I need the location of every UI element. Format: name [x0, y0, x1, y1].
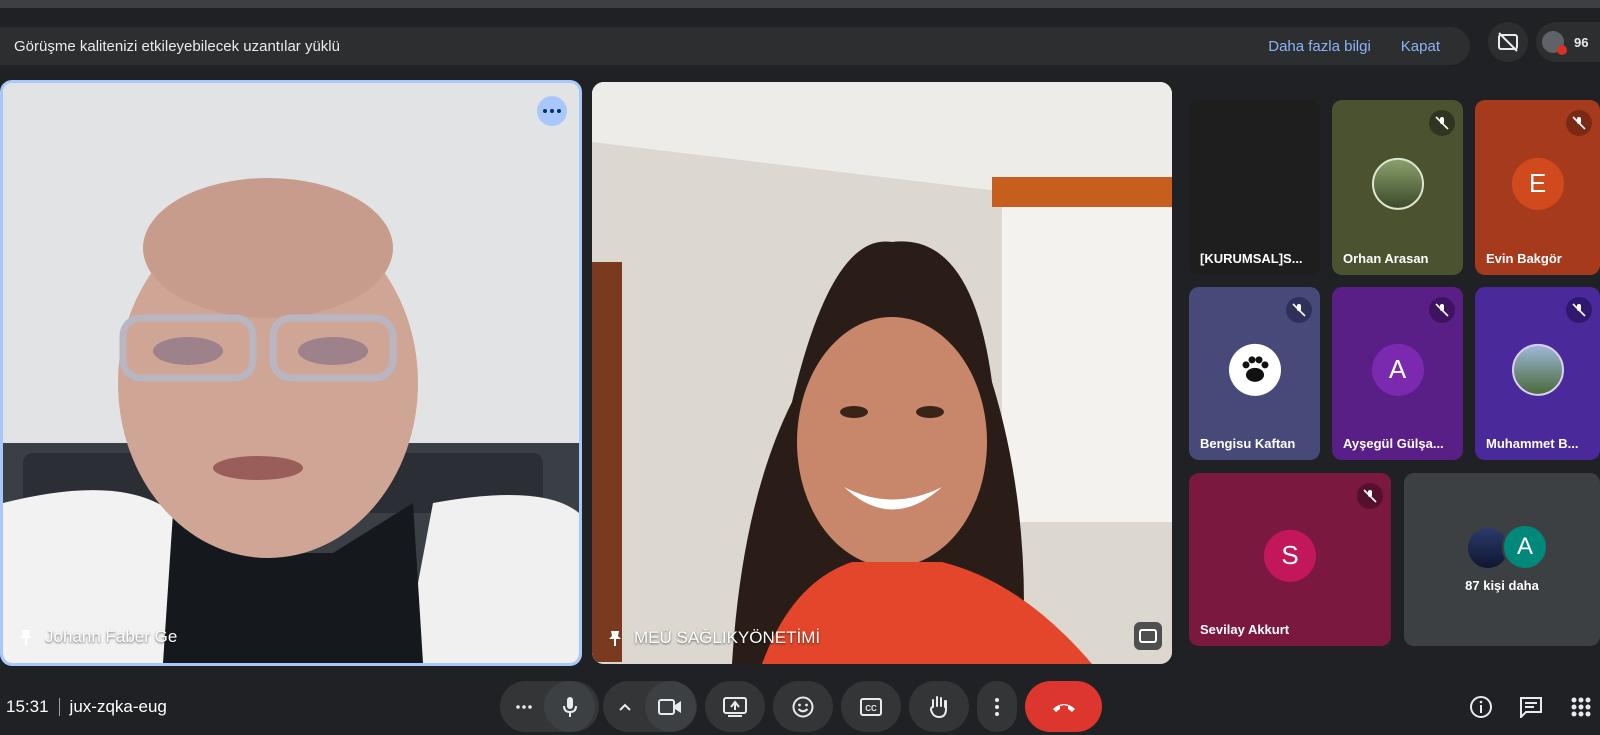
- muted-indicator: [1429, 297, 1455, 323]
- info-icon: [1470, 696, 1492, 718]
- participant-name: Ayşegül Gülşa...: [1343, 436, 1444, 451]
- avatar-letter: A: [1371, 343, 1424, 396]
- captions-button[interactable]: CC: [841, 681, 901, 732]
- fullscreen-icon: [1139, 629, 1157, 643]
- tile-nameplate: MEÜ SAĞLIKYÖNETİMİ: [606, 628, 820, 648]
- more-options-button[interactable]: [977, 681, 1017, 732]
- banner-close-button[interactable]: Kapat: [1401, 38, 1440, 55]
- video-tile-johann[interactable]: Johann Faber Ge: [0, 80, 582, 666]
- avatar-photo: [1371, 157, 1424, 210]
- more-options-icon: [516, 704, 532, 709]
- chat-button[interactable]: [1516, 692, 1546, 722]
- mic-off-icon: [1292, 303, 1306, 317]
- pin-icon: [609, 631, 621, 646]
- present-icon: [723, 696, 747, 717]
- avatar-letter: E: [1511, 157, 1564, 210]
- avatar-letter: A: [1502, 524, 1548, 570]
- muted-indicator: [1286, 297, 1312, 323]
- leave-call-button[interactable]: [1025, 681, 1102, 732]
- grid-tile-orhan[interactable]: Orhan Arasan: [1332, 100, 1463, 275]
- muted-indicator: [1566, 110, 1592, 136]
- meeting-code: jux-zqka-eug: [69, 697, 167, 716]
- captions-icon: CC: [860, 697, 882, 716]
- grid-tile-kurumsal[interactable]: [KURUMSAL]S...: [1189, 100, 1320, 275]
- participant-avatars-icon: [1542, 31, 1567, 55]
- camera-icon: [658, 698, 681, 715]
- reactions-button[interactable]: [773, 681, 833, 732]
- meeting-info: 15:31 jux-zqka-eug: [6, 697, 167, 717]
- browser-top-strip: [0, 0, 1600, 8]
- raise-hand-button[interactable]: [909, 681, 969, 732]
- hide-self-view-button[interactable]: [1488, 22, 1528, 62]
- tile-nameplate: Johann Faber Ge: [17, 627, 177, 647]
- avatar-letter: S: [1264, 529, 1316, 582]
- participant-name: Muhammet B...: [1486, 436, 1579, 451]
- svg-text:CC: CC: [865, 704, 877, 713]
- mic-off-icon: [1572, 303, 1586, 317]
- participant-video-johann: [3, 83, 579, 663]
- video-options-button[interactable]: [605, 681, 645, 732]
- participant-video-meu: [592, 82, 1172, 664]
- participant-name: Johann Faber Ge: [45, 627, 178, 646]
- grid-tile-bengisu[interactable]: Bengisu Kaftan: [1189, 287, 1320, 460]
- mic-off-icon: [1363, 489, 1377, 503]
- audio-options-button[interactable]: [504, 681, 544, 732]
- more-vert-icon: [995, 697, 999, 716]
- participant-name: Sevilay Akkurt: [1200, 622, 1290, 637]
- participant-name: MEÜ SAĞLIKYÖNETİMİ: [634, 628, 821, 647]
- grid-tile-muhammet[interactable]: Muhammet B...: [1475, 287, 1600, 460]
- participant-name: Bengisu Kaftan: [1200, 436, 1296, 451]
- fullscreen-button[interactable]: [1134, 622, 1162, 650]
- participant-name: [KURUMSAL]S...: [1200, 251, 1303, 266]
- muted-indicator: [1566, 297, 1592, 323]
- mic-off-icon: [1435, 303, 1449, 317]
- mic-button[interactable]: [544, 681, 595, 732]
- muted-indicator: [1429, 110, 1455, 136]
- more-participants-label: 87 kişi daha: [1465, 578, 1539, 593]
- paw-avatar-icon: [1228, 343, 1281, 396]
- banner-message: Görüşme kalitenizi etkileyebilecek uzant…: [14, 37, 340, 55]
- camera-control-group: [603, 681, 697, 732]
- activities-icon: [1571, 697, 1591, 717]
- pin-icon: [20, 630, 32, 645]
- participant-name: Orhan Arasan: [1343, 251, 1429, 266]
- emoji-icon: [792, 696, 814, 717]
- mic-off-icon: [1572, 116, 1586, 130]
- extensions-warning-banner: Görüşme kalitenizi etkileyebilecek uzant…: [0, 27, 1470, 65]
- grid-tile-sevilay[interactable]: S Sevilay Akkurt: [1189, 473, 1391, 646]
- chevron-up-icon: [618, 703, 631, 711]
- avatar-photo: [1511, 343, 1564, 396]
- video-tile-meu[interactable]: MEÜ SAĞLIKYÖNETİMİ: [592, 82, 1172, 664]
- activities-button[interactable]: [1566, 692, 1596, 722]
- divider: [58, 698, 60, 716]
- more-options-icon: [543, 109, 561, 113]
- mic-icon: [562, 696, 577, 717]
- more-participants-tile[interactable]: A 87 kişi daha: [1404, 473, 1600, 646]
- end-call-icon: [1052, 703, 1075, 712]
- tile-options-button[interactable]: [537, 96, 567, 126]
- mic-control-group: [500, 681, 599, 732]
- participants-count: 96: [1574, 34, 1589, 50]
- meeting-details-button[interactable]: [1466, 692, 1496, 722]
- participants-button[interactable]: 96: [1536, 22, 1600, 62]
- self-view-off-icon: [1498, 32, 1518, 52]
- learn-more-link[interactable]: Daha fazla bilgi: [1268, 38, 1371, 55]
- grid-tile-evin[interactable]: E Evin Bakgör: [1475, 100, 1600, 275]
- participant-name: Evin Bakgör: [1486, 251, 1562, 266]
- camera-button[interactable]: [644, 681, 696, 732]
- chat-icon: [1520, 697, 1542, 718]
- muted-indicator: [1357, 483, 1383, 509]
- clock: 15:31: [6, 697, 49, 716]
- present-button[interactable]: [705, 681, 765, 732]
- mic-off-icon: [1435, 116, 1449, 130]
- grid-tile-aysegul[interactable]: A Ayşegül Gülşa...: [1332, 287, 1463, 460]
- raise-hand-icon: [929, 695, 947, 718]
